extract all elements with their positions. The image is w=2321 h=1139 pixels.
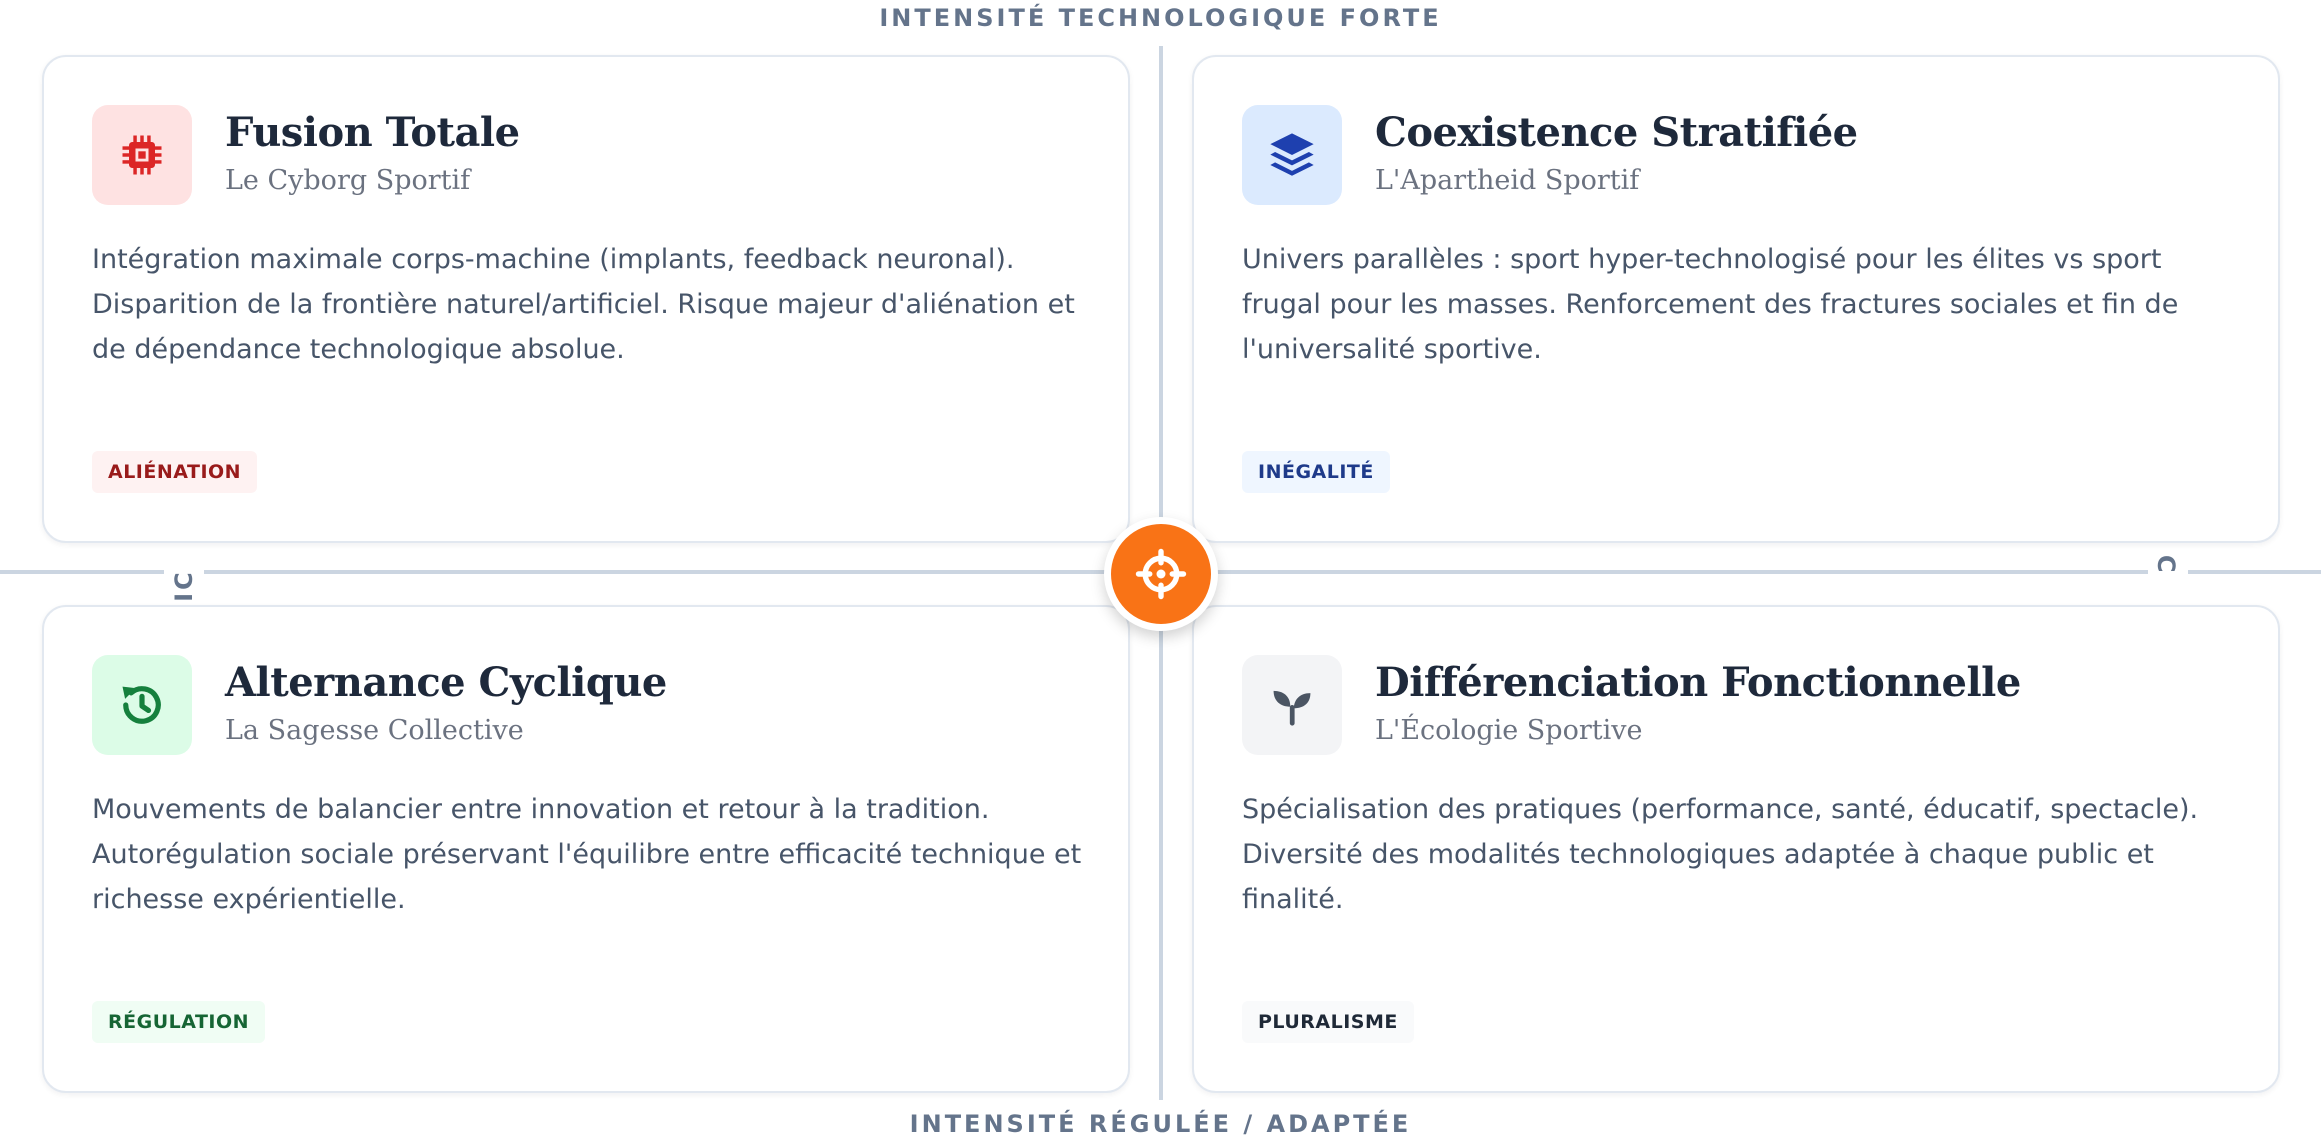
quadrant-subtitle: L'Apartheid Sportif (1375, 165, 1640, 196)
axis-label-top: INTENSITÉ TECHNOLOGIQUE FORTE (0, 4, 2321, 32)
layers-icon (1242, 105, 1342, 205)
quadrant-card-alternance-cyclique: Alternance Cyclique La Sagesse Collectiv… (42, 605, 1130, 1093)
axis-label-bottom: INTENSITÉ RÉGULÉE / ADAPTÉE (0, 1110, 2321, 1138)
history-icon (92, 655, 192, 755)
quadrant-title: Fusion Totale (225, 109, 520, 156)
center-crosshair-button[interactable] (1104, 517, 1218, 631)
quadrant-subtitle: La Sagesse Collective (225, 715, 524, 746)
crosshair-icon (1135, 548, 1187, 600)
quadrant-title: Différenciation Fonctionnelle (1375, 659, 2021, 706)
axis-label-left: ATIC (164, 541, 204, 603)
quadrant-card-coexistence-stratifiee: Coexistence Stratifiée L'Apartheid Sport… (1192, 55, 2280, 543)
quadrant-badge: RÉGULATION (92, 1001, 266, 1043)
quadrant-badge: PLURALISME (1242, 1001, 1414, 1043)
quadrant-card-differenciation-fonctionnelle: Différenciation Fonctionnelle L'Écologie… (1192, 605, 2280, 1093)
quadrant-subtitle: Le Cyborg Sportif (225, 165, 471, 196)
quadrant-description: Intégration maximale corps-machine (impl… (92, 244, 1075, 365)
quadrant-badge: ALIÉNATION (92, 451, 258, 493)
quadrant-badge: INÉGALITÉ (1242, 451, 1390, 493)
quadrant-description: Spécialisation des pratiques (performanc… (1242, 794, 2199, 915)
seedling-icon (1242, 655, 1342, 755)
axis-label-right: É / C (2148, 541, 2188, 603)
quadrant-description: Univers parallèles : sport hyper-technol… (1242, 244, 2179, 365)
quadrant-description: Mouvements de balancier entre innovation… (92, 794, 1082, 915)
microchip-icon (92, 105, 192, 205)
quadrant-subtitle: L'Écologie Sportive (1375, 715, 1643, 746)
quadrant-card-fusion-totale: Fusion Totale Le Cyborg Sportif Intégrat… (42, 55, 1130, 543)
quadrant-title: Alternance Cyclique (225, 659, 667, 706)
quadrant-title: Coexistence Stratifiée (1375, 109, 1858, 156)
